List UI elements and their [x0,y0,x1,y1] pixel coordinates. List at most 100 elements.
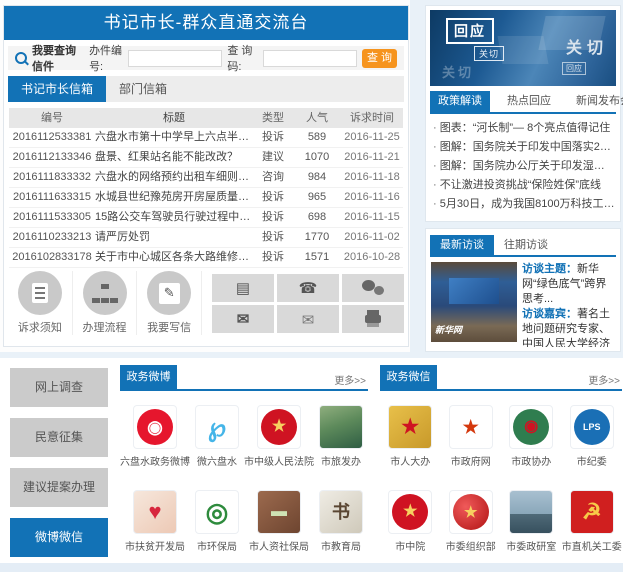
search-lead-label: 我要查询信件 [32,42,80,74]
table-header-row: 编号 标题 类型 人气 诉求时间 [9,108,403,128]
table-row[interactable]: 2016111633315 水城县世纪豫苑房开房屋质量问题不处理！ 投诉 965… [9,188,403,208]
tab-press-conference[interactable]: 新闻发布会 [568,91,623,112]
phone-icon [299,279,318,297]
sidebar-item-opinion-collection[interactable]: 民意征集 [10,418,108,457]
more-link[interactable]: 更多>> [334,372,366,387]
table-row[interactable]: 2016110233213 请严厉处罚 投诉 1770 2016-11-02 [9,228,403,248]
interview-guest-label: 访谈嘉宾： [522,308,577,320]
account-badge [323,409,359,445]
star-icon: ★ [272,419,286,435]
account-label: 市中级人民法院 [244,453,314,468]
table-row[interactable]: 2016112133346 盘景、红果站名能不能改改？ 建议 1070 2016… [9,148,403,168]
letter-title[interactable]: 六盘水市第十中学早上六点半就开始播放广... [95,128,253,147]
query-code-label: 查 询 码: [227,42,258,74]
weibo-account[interactable]: ◉ 六盘水政务微博 [120,405,190,468]
printer-button[interactable] [342,305,404,333]
tab-secretary-mayor-mailbox[interactable]: 书记市长信箱 [8,76,106,102]
tab-department-mailbox[interactable]: 部门信箱 [106,76,180,102]
wechat-account[interactable]: LPS 市纪委 [562,405,623,468]
wechat-account[interactable]: ★ 市中院 [380,490,441,553]
weibo-account[interactable]: ♥ 市扶贫开发局 [120,490,190,553]
notice-icon [18,271,62,315]
mail-icon [237,310,250,328]
case-number-input[interactable] [128,50,222,67]
tab-past-interviews[interactable]: 往期访谈 [494,235,558,255]
tab-policy-interpretation[interactable]: 政策解读 [430,91,490,112]
scenery-photo-icon [319,405,363,449]
process-flow-button[interactable]: 办理流程 [73,271,138,335]
tab-hot-response[interactable]: 热点回应 [499,91,559,112]
tab-latest-interview[interactable]: 最新访谈 [430,235,494,255]
phone-button[interactable] [277,274,339,302]
col-header-title: 标题 [95,108,253,128]
col-header-views: 人气 [293,108,341,128]
news-item[interactable]: 不让激进投资挑战“保险姓保”底线 [433,176,615,195]
wechat-account[interactable]: 市委政研室 [501,490,562,553]
cityscape-photo-icon [509,490,553,534]
news-item[interactable]: 图解：国务院关于印发中国落实2030年... [433,138,615,157]
news-item[interactable]: 5月30日，成为我国8100万科技工作者的... [433,195,615,214]
account-label: 市人大办 [380,453,441,468]
news-item[interactable]: 图表：“河长制”— 8个亮点值得记住 [433,119,615,138]
letter-title[interactable]: 盘景、红果站名能不能改改？ [95,148,253,167]
query-code-input[interactable] [263,50,357,67]
table-row[interactable]: 2016112533381 六盘水市第十中学早上六点半就开始播放广... 投诉 … [9,128,403,148]
weibo-account[interactable]: 市旅发办 [314,405,368,468]
account-label: 市扶贫开发局 [120,538,190,553]
letter-views: 984 [293,168,341,187]
respond-concern-banner[interactable]: 回应 关切 关切 回应 关切 [430,10,616,86]
wechat-icon [362,280,384,295]
weibo-eye-icon: ◉ [147,418,163,436]
card-icon: ▬ [271,504,287,520]
wechat-button[interactable] [342,274,404,302]
action-label: 办理流程 [73,319,137,335]
weibo-account[interactable]: ◎ 市环保局 [190,490,244,553]
response-panel: 回应 关切 关切 回应 关切 政策解读 热点回应 新闻发布会 图表：“河长制”—… [425,5,621,222]
letter-date: 2016-11-25 [341,128,403,147]
weibo-account[interactable]: ★ 市中级人民法院 [244,405,314,468]
mailbox-tabs: 书记市长信箱 部门信箱 [8,76,404,102]
account-label: 市委组织部 [441,538,502,553]
news-list: 图表：“河长制”— 8个亮点值得记住 图解：国务院关于印发中国落实2030年..… [433,119,615,214]
heart-icon: ♥ [148,501,161,523]
account-label: 市纪委 [562,453,623,468]
contact-grid [212,274,404,333]
letter-title[interactable]: 15路公交车驾驶员行驶过程中买早餐！ [95,208,253,227]
account-label: 市中院 [380,538,441,553]
table-row[interactable]: 2016111833332 六盘水的网络预约出租车细则什么时候出台 咨询 984… [9,168,403,188]
mail-open-button[interactable] [277,305,339,333]
interview-thumbnail[interactable]: 新华网 [431,262,517,342]
more-link[interactable]: 更多>> [588,372,620,387]
sidebar-item-online-survey[interactable]: 网上调查 [10,368,108,407]
letter-title[interactable]: 六盘水的网络预约出租车细则什么时候出台 [95,168,253,187]
account-icon: ◉ [509,405,553,449]
query-button[interactable]: 查 询 [362,49,397,68]
account-icon: ℘ [195,405,239,449]
action-label: 诉求须知 [8,319,72,335]
contact-card-button[interactable] [212,274,274,302]
appeal-notice-button[interactable]: 诉求须知 [8,271,73,335]
letter-views: 1070 [293,148,341,167]
letter-id: 2016112533381 [9,128,95,147]
wechat-account[interactable]: ★ 市人大办 [380,405,441,468]
letter-title[interactable]: 请严厉处罚 [95,228,253,247]
weibo-account[interactable]: ▬ 市人资社保局 [244,490,314,553]
tab-gov-wechat[interactable]: 政务微信 [380,365,437,389]
weibo-account[interactable]: 书 市教育局 [314,490,368,553]
wechat-account[interactable]: ★ 市委组织部 [441,490,502,553]
mail-button[interactable] [212,305,274,333]
wechat-account[interactable]: ☭ 市直机关工委 [562,490,623,553]
gov-weibo-section: 政务微博 更多>> ◉ 六盘水政务微博 ℘ 微六盘水 [120,365,368,553]
write-letter-button[interactable]: ✎ 我要写信 [137,271,202,335]
news-item[interactable]: 图解：国务院办公厅关于印发湿地保护... [433,157,615,176]
sidebar-item-proposal-handling[interactable]: 建议提案办理 [10,468,108,507]
sidebar-item-weibo-wechat[interactable]: 微博微信 [10,518,108,557]
table-row[interactable]: 2016111533305 15路公交车驾驶员行驶过程中买早餐！ 投诉 698 … [9,208,403,228]
search-icon [15,52,27,64]
wechat-account[interactable]: ◉ 市政协办 [501,405,562,468]
letter-title[interactable]: 水城县世纪豫苑房开房屋质量问题不处理！ [95,188,253,207]
weibo-account[interactable]: ℘ 微六盘水 [190,405,244,468]
panel-title: 书记市长-群众直通交流台 [4,6,408,40]
wechat-account[interactable]: ★ 市政府网 [441,405,502,468]
tab-gov-weibo[interactable]: 政务微博 [120,365,177,389]
